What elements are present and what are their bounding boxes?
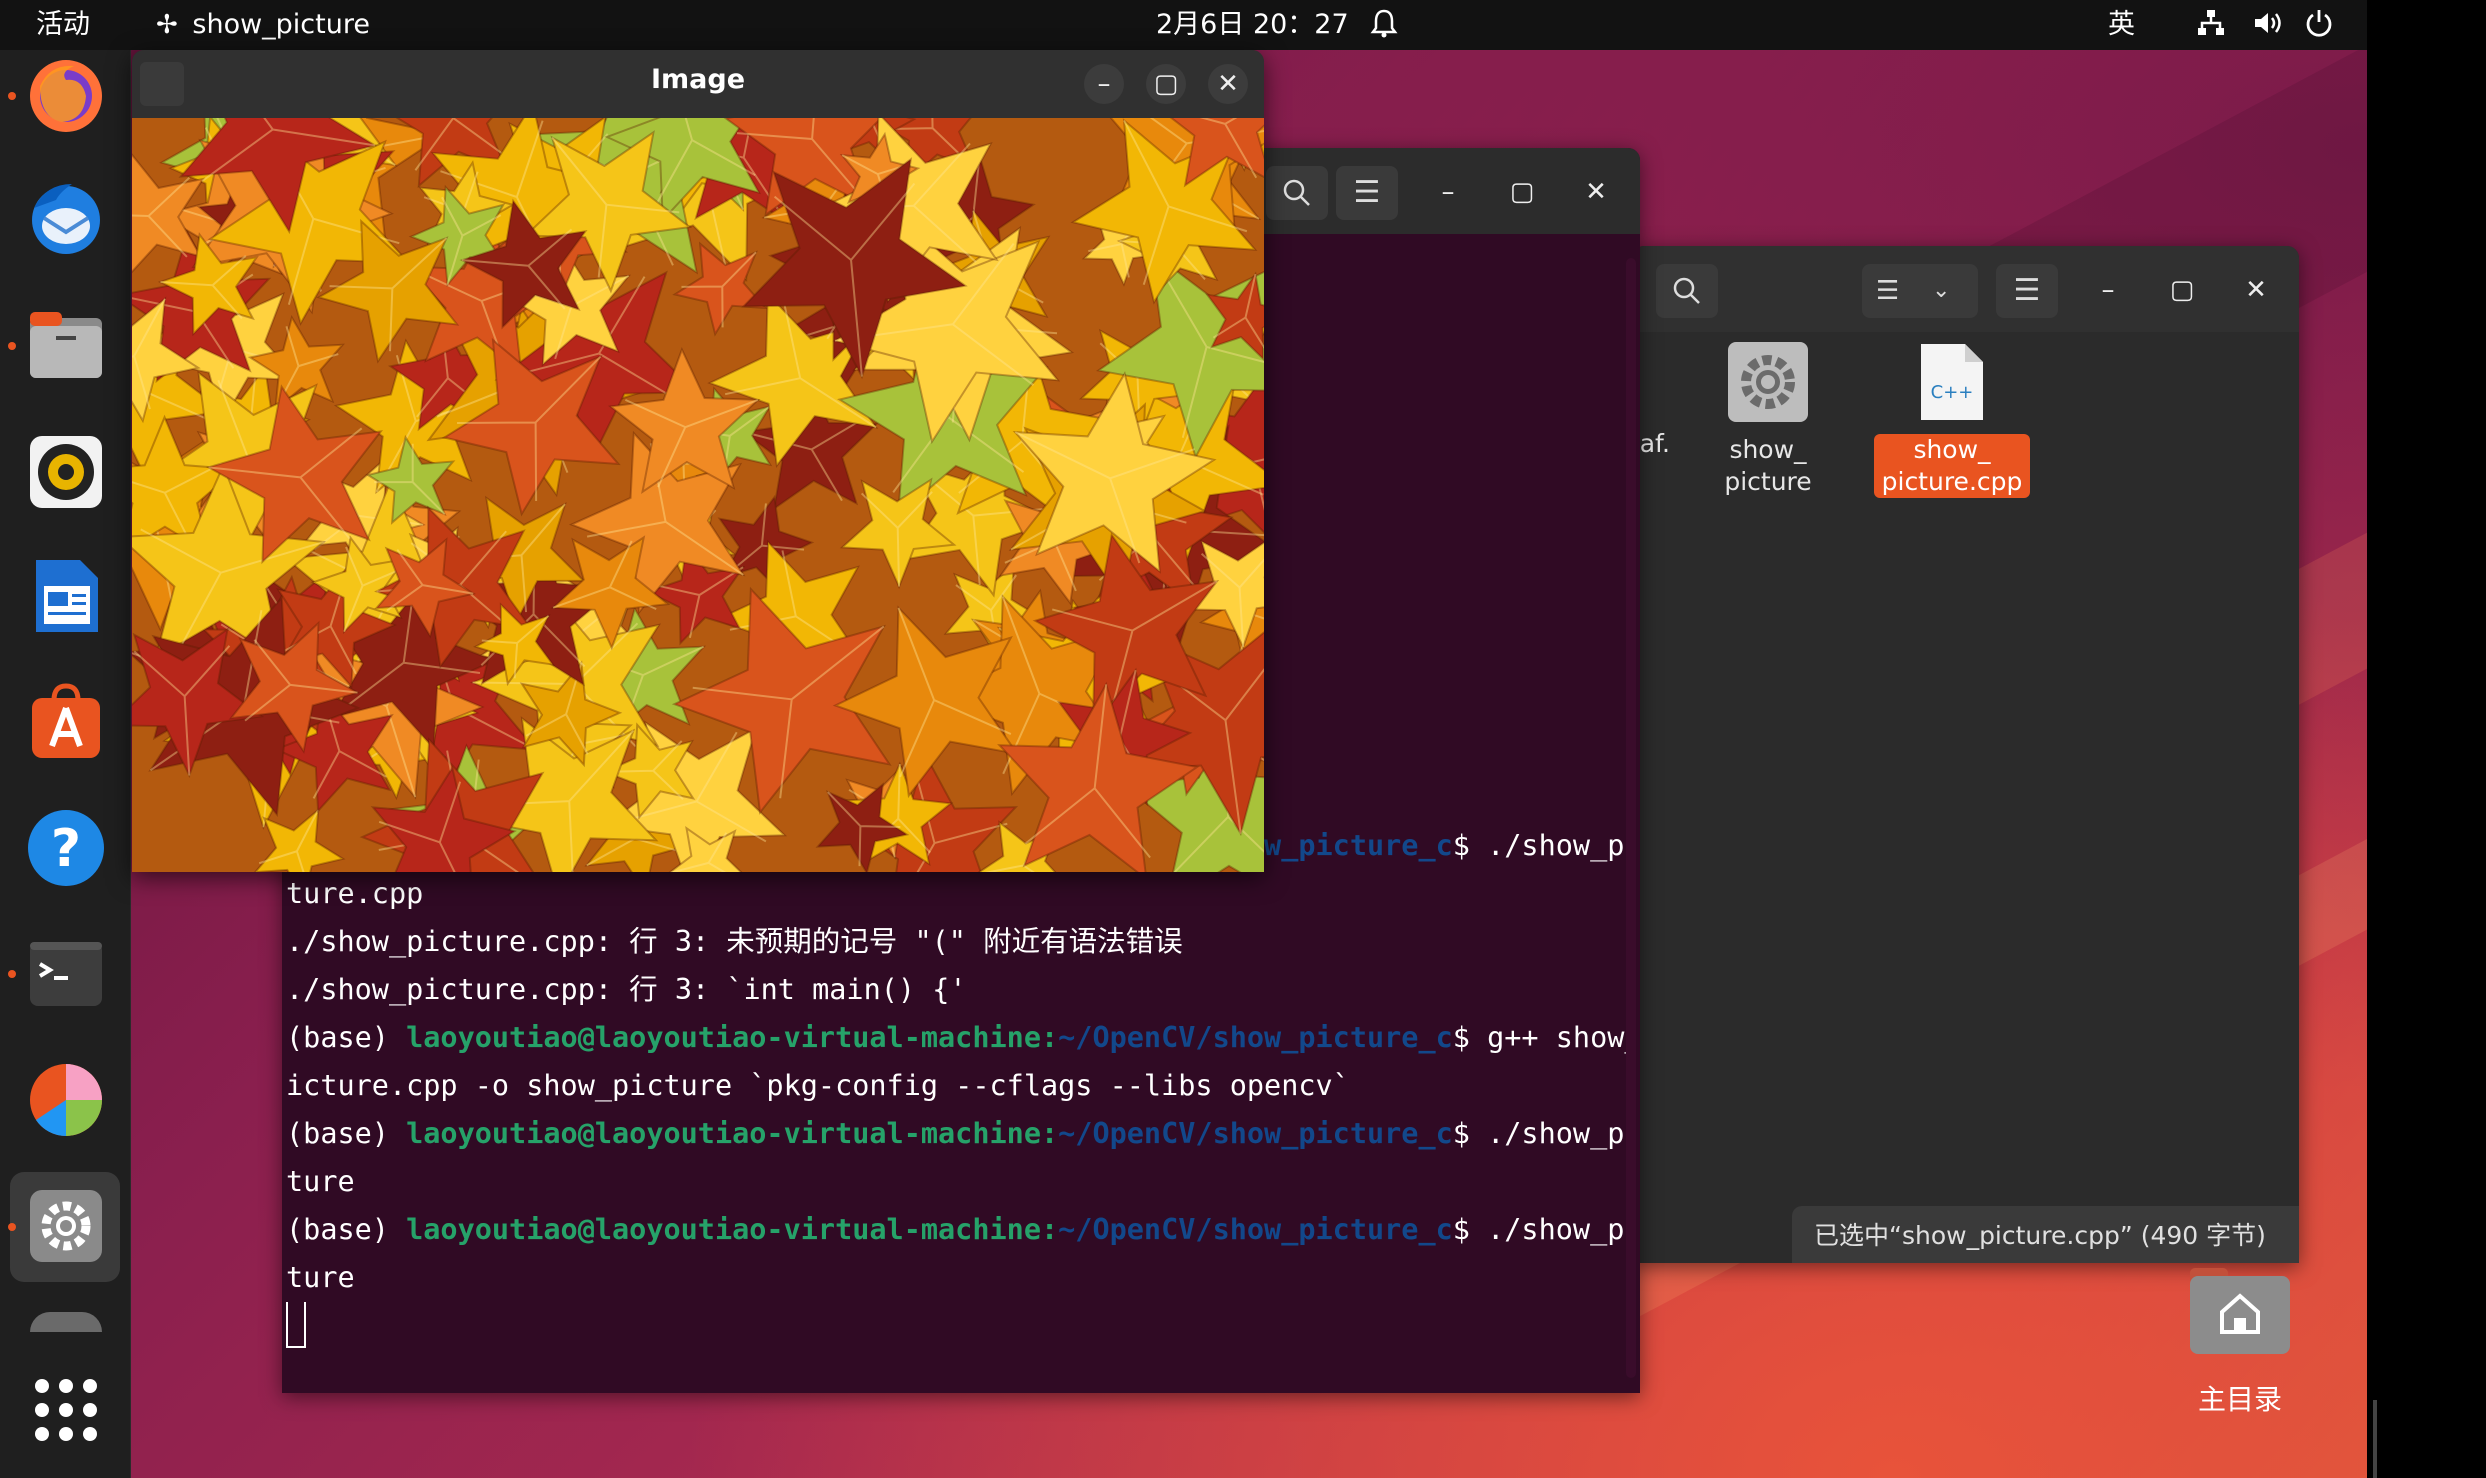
files-close-button[interactable]: ✕ [2236, 270, 2276, 310]
terminal-user: laoyoutiao@laoyoutiao-virtual-machine: [406, 1117, 1059, 1150]
terminal-line: ./show_picture.cpp: 行 3: 未预期的记号 "(" 附近有语… [286, 918, 1626, 966]
rhythmbox-icon[interactable] [26, 432, 106, 512]
hamburger-icon: ☰ [1353, 175, 1381, 210]
executable-gear-icon [1728, 342, 1808, 422]
terminal-pre: ture [286, 1261, 355, 1294]
input-method-indicator[interactable]: 英 [2108, 8, 2135, 42]
thunderbird-icon[interactable] [26, 178, 106, 258]
terminal-line: ture [286, 1254, 1626, 1302]
terminal-line: ture.cpp [286, 870, 1626, 918]
terminal-line: (base) laoyoutiao@laoyoutiao-virtual-mac… [286, 1110, 1626, 1158]
terminal-user: laoyoutiao@laoyoutiao-virtual-machine: [406, 1213, 1059, 1246]
terminal-line: ./show_picture.cpp: 行 3: `int main() {' [286, 966, 1626, 1014]
terminal-icon[interactable] [26, 934, 106, 1014]
svg-text:C++: C++ [1931, 382, 1974, 403]
app-center-icon[interactable] [26, 682, 106, 762]
dock-separator-partial-icon [30, 1312, 102, 1332]
running-indicator [8, 92, 16, 100]
terminal-maximize-button[interactable]: ▢ [1502, 172, 1542, 212]
terminal-cmd: $ ./show_pic [1452, 1213, 1626, 1246]
search-icon [1283, 179, 1310, 206]
activities-button[interactable]: 活动 [36, 8, 90, 42]
running-indicator [8, 342, 16, 350]
terminal-pre: icture.cpp -o show_picture `pkg-config -… [286, 1069, 1350, 1102]
terminal-cmd: $ ./show_pic [1452, 829, 1626, 862]
svg-text:?: ? [51, 819, 81, 879]
help-icon[interactable]: ? [26, 808, 106, 888]
image-close-button[interactable]: ✕ [1208, 64, 1248, 104]
image-window-headerbar: Image – ▢ ✕ [132, 50, 1264, 118]
chevron-down-icon: ⌄ [1932, 278, 1951, 303]
autumn-leaves-picture [132, 118, 1264, 872]
settings-icon[interactable] [26, 1186, 106, 1266]
app-menu[interactable]: ✢ show_picture [156, 8, 370, 42]
terminal-pre: (base) [286, 1213, 407, 1246]
notification-bell-icon[interactable] [1370, 8, 1398, 47]
running-indicator [8, 1223, 16, 1231]
image-window[interactable]: Image – ▢ ✕ [132, 50, 1264, 872]
terminal-line: (base) laoyoutiao@laoyoutiao-virtual-mac… [286, 1014, 1626, 1062]
files-menu-button[interactable]: ☰ [1996, 264, 2058, 318]
files-maximize-button[interactable]: ▢ [2162, 270, 2202, 310]
terminal-line: (base) laoyoutiao@laoyoutiao-virtual-mac… [286, 1206, 1626, 1254]
network-icon[interactable] [2196, 8, 2226, 47]
home-folder-label: 主目录 [2197, 1383, 2282, 1416]
files-content-area: eaf. show_ picture C++ show_ picture.cpp [1632, 332, 2299, 1263]
clock[interactable]: 2月6日 20：27 [1156, 8, 1349, 42]
terminal-pre: (base) [286, 1021, 407, 1054]
app-sparkle-icon: ✢ [156, 10, 178, 40]
cpp-file-icon: C++ [1921, 344, 1983, 420]
terminal-user: laoyoutiao@laoyoutiao-virtual-machine: [406, 1021, 1059, 1054]
file-name: show_ picture [1724, 435, 1812, 496]
terminal-path: ~/OpenCV/show_picture_c [1058, 1117, 1453, 1150]
view-options-button[interactable]: ☰ ⌄ [1862, 264, 1978, 318]
home-folder-icon[interactable] [2188, 1266, 2292, 1356]
file-item-cpp-selected[interactable]: C++ show_ picture.cpp [1872, 340, 2032, 498]
terminal-line: ture [286, 1158, 1626, 1206]
top-bar: 活动 ✢ show_picture 2月6日 20：27 英 [0, 0, 2367, 50]
terminal-pre: ./show_picture.cpp: 行 3: 未预期的记号 "(" 附近有语… [286, 925, 1183, 958]
terminal-pre: ture.cpp [286, 877, 424, 910]
volume-icon[interactable] [2252, 8, 2284, 47]
terminal-path: ~/OpenCV/show_picture_c [1058, 1213, 1453, 1246]
terminal-close-button[interactable]: ✕ [1576, 172, 1616, 212]
file-name: show_ picture.cpp [1874, 434, 2030, 498]
screen-edge [2367, 0, 2486, 1478]
terminal-minimize-button[interactable]: – [1428, 172, 1468, 212]
image-minimize-button[interactable]: – [1084, 64, 1124, 104]
selection-status-bar: 已选中“show_picture.cpp” (490 字节) [1792, 1206, 2299, 1263]
files-icon[interactable] [26, 306, 106, 386]
writer-icon[interactable] [26, 556, 106, 636]
files-window[interactable]: ☰ ⌄ ☰ – ▢ ✕ eaf. show_ picture C++ show_… [1632, 246, 2299, 1263]
search-icon [1673, 277, 1700, 304]
running-indicator [8, 970, 16, 978]
terminal-search-button[interactable] [1266, 166, 1328, 220]
hamburger-icon: ☰ [2013, 273, 2041, 308]
terminal-pre: ture [286, 1165, 355, 1198]
terminal-line: icture.cpp -o show_picture `pkg-config -… [286, 1062, 1626, 1110]
dock: ? [0, 50, 131, 1478]
terminal-pre: (base) [286, 1117, 407, 1150]
file-item-executable[interactable]: show_ picture [1688, 340, 1848, 498]
files-headerbar: ☰ ⌄ ☰ – ▢ ✕ [1632, 246, 2299, 332]
show-apps-icon[interactable] [26, 1370, 106, 1450]
scroll-indicator [2373, 1400, 2377, 1478]
terminal-cursor [286, 1302, 306, 1348]
power-icon[interactable] [2304, 8, 2334, 47]
terminal-pre: ./show_picture.cpp: 行 3: `int main() {' [286, 973, 967, 1006]
terminal-cmd: $ g++ show_p [1452, 1021, 1626, 1054]
files-search-button[interactable] [1656, 264, 1718, 318]
image-maximize-button[interactable]: ▢ [1146, 64, 1186, 104]
terminal-path: ~/OpenCV/show_picture_c [1058, 1021, 1453, 1054]
firefox-icon[interactable] [26, 56, 106, 136]
app-name: show_picture [192, 9, 370, 40]
disk-usage-icon[interactable] [26, 1060, 106, 1140]
files-minimize-button[interactable]: – [2088, 270, 2128, 310]
terminal-scrollbar[interactable] [1626, 258, 1636, 1378]
list-view-icon: ☰ [1876, 276, 1900, 306]
terminal-cmd: $ ./show_pic [1452, 1117, 1626, 1150]
terminal-menu-button[interactable]: ☰ [1336, 166, 1398, 220]
terminal-prompt-line[interactable] [286, 1302, 1626, 1350]
